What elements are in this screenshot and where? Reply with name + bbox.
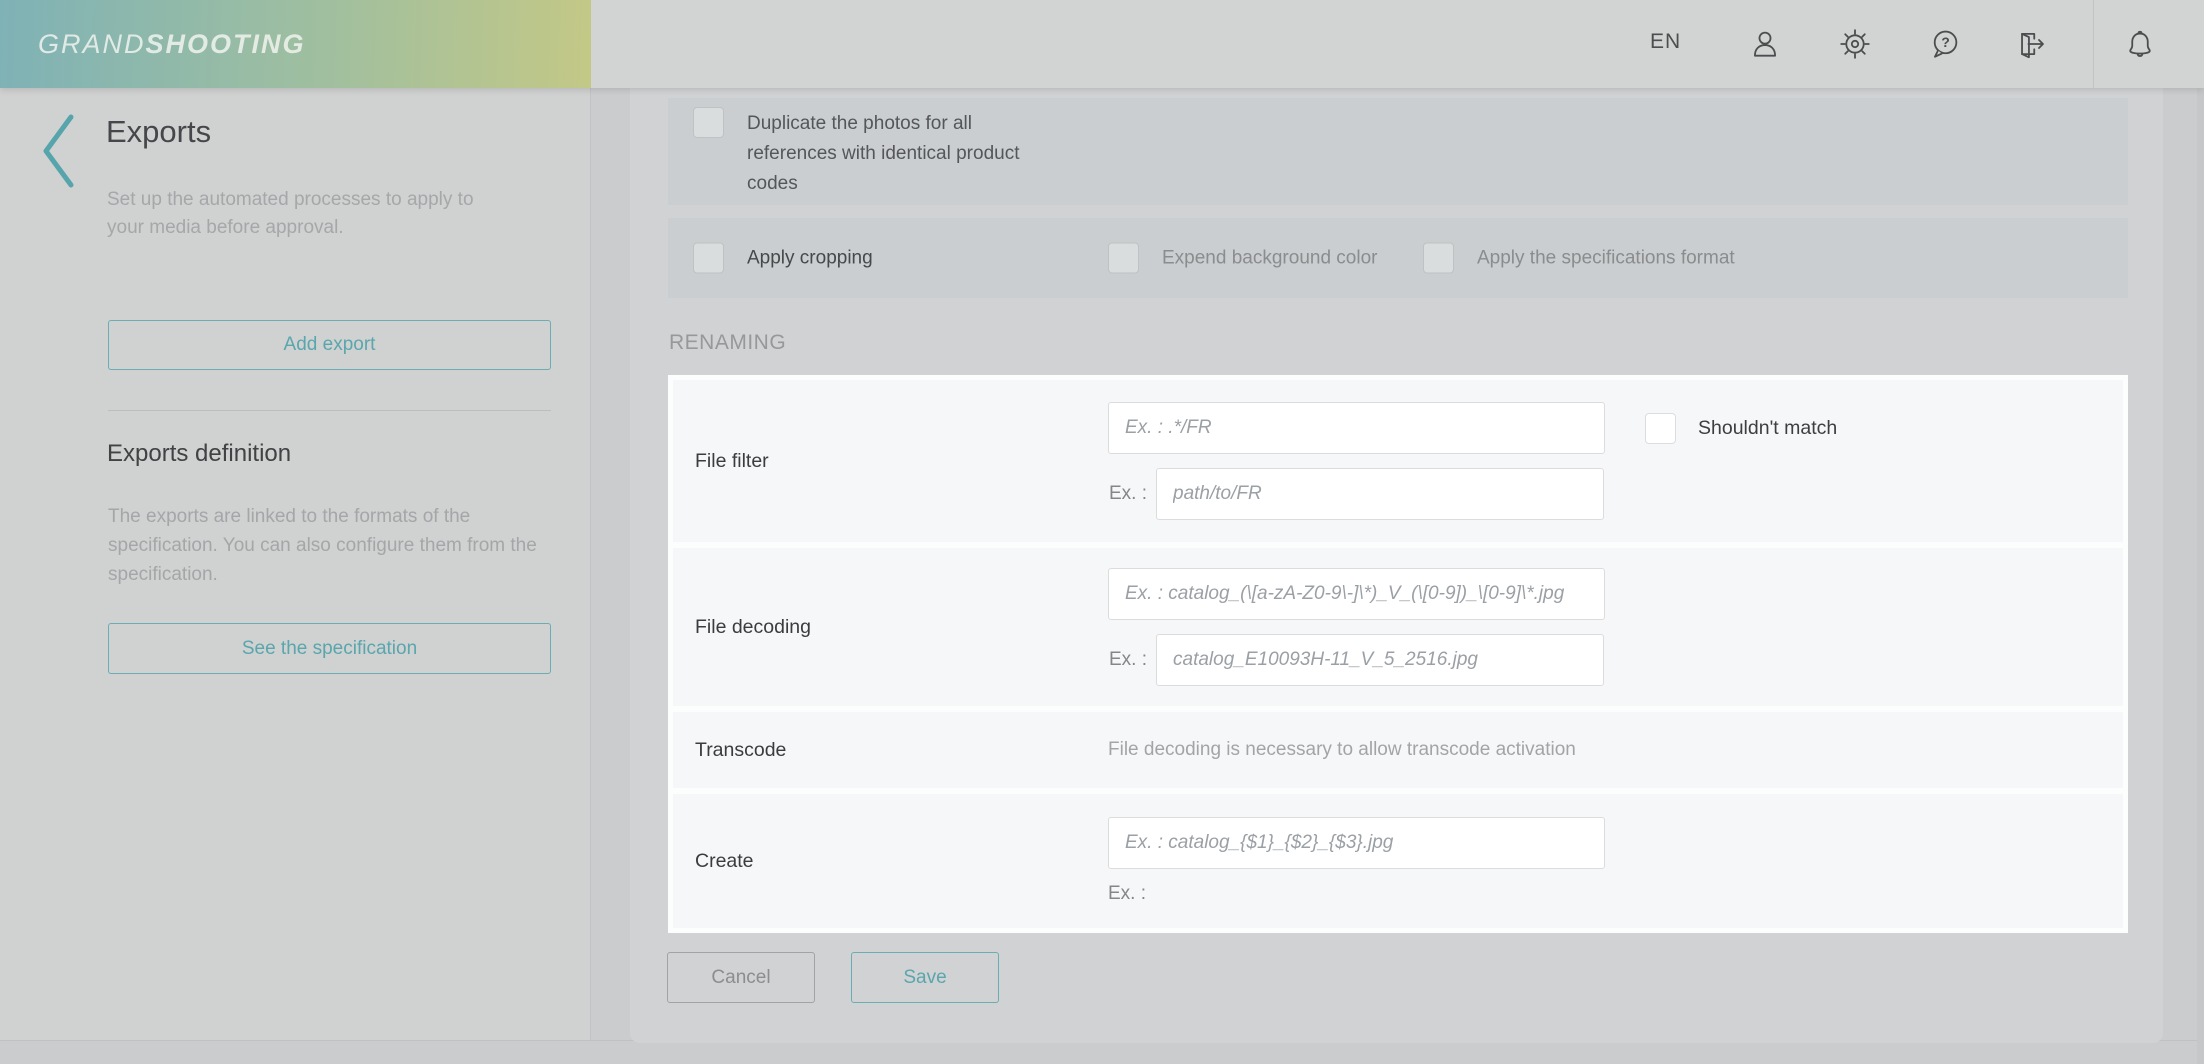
create-pattern-input[interactable] bbox=[1108, 817, 1605, 869]
save-button[interactable]: Save bbox=[851, 952, 999, 1003]
back-button[interactable] bbox=[36, 110, 80, 194]
settings-gear-icon[interactable] bbox=[1838, 27, 1872, 61]
cancel-button[interactable]: Cancel bbox=[667, 952, 815, 1003]
apply-specifications-checkbox[interactable] bbox=[1423, 242, 1454, 274]
expend-background-checkbox[interactable] bbox=[1108, 242, 1139, 274]
processing-options-row: Apply cropping Expend background color A… bbox=[668, 218, 2128, 298]
apply-specifications-label: Apply the specifications format bbox=[1477, 247, 1735, 268]
file-filter-label: File filter bbox=[695, 449, 769, 472]
help-icon[interactable]: ? bbox=[1928, 27, 1962, 61]
duplicate-checkbox[interactable] bbox=[693, 107, 724, 138]
file-decoding-label: File decoding bbox=[695, 615, 811, 638]
shouldnt-match-label: Shouldn't match bbox=[1698, 416, 1838, 439]
exports-definition-description: The exports are linked to the formats of… bbox=[108, 506, 537, 585]
file-decoding-example-label: Ex. : bbox=[1108, 649, 1147, 670]
file-filter-example-label: Ex. : bbox=[1108, 483, 1147, 504]
export-form-card: Duplicate the photos for all references … bbox=[630, 88, 2163, 1043]
apply-cropping-option: Apply cropping bbox=[693, 242, 873, 274]
brand-grand: GRAND bbox=[38, 28, 146, 59]
see-specification-button[interactable]: See the specification bbox=[108, 623, 551, 674]
add-export-button[interactable]: Add export bbox=[108, 320, 551, 370]
file-filter-pattern-input[interactable] bbox=[1108, 402, 1605, 454]
create-example-label: Ex. : bbox=[1108, 883, 1147, 904]
file-filter-row: File filter Shouldn't match Ex. : bbox=[673, 380, 2123, 542]
duplicate-option-row: Duplicate the photos for all references … bbox=[668, 98, 2128, 205]
renaming-section-title: RENAMING bbox=[669, 331, 787, 354]
help-question-glyph: ? bbox=[1941, 34, 1949, 50]
renaming-panel: File filter Shouldn't match Ex. : File d… bbox=[668, 375, 2128, 933]
file-filter-example-input[interactable] bbox=[1156, 468, 1604, 520]
chevron-left-icon bbox=[38, 114, 78, 194]
top-header: GRANDSHOOTING EN ? bbox=[0, 0, 2204, 88]
logout-icon[interactable] bbox=[2013, 27, 2047, 61]
footer-strip bbox=[0, 1040, 2204, 1064]
header-divider bbox=[2093, 0, 2094, 88]
apply-cropping-checkbox[interactable] bbox=[693, 242, 724, 274]
file-decoding-example-input[interactable] bbox=[1156, 634, 1604, 686]
file-decoding-pattern-input[interactable] bbox=[1108, 568, 1605, 620]
file-decoding-row: File decoding Ex. : bbox=[673, 548, 2123, 706]
exports-definition-title: Exports definition bbox=[107, 440, 292, 467]
expend-background-label: Expend background color bbox=[1162, 247, 1378, 268]
page-description: Set up the automated processes to apply … bbox=[107, 189, 474, 238]
user-icon[interactable] bbox=[1748, 27, 1782, 61]
transcode-note: File decoding is necessary to allow tran… bbox=[1108, 739, 1576, 760]
brand-logo[interactable]: GRANDSHOOTING bbox=[0, 0, 591, 88]
create-label: Create bbox=[695, 849, 754, 872]
sidebar-divider bbox=[108, 410, 551, 411]
sidebar: Exports Set up the automated processes t… bbox=[0, 88, 591, 1040]
language-selector[interactable]: EN bbox=[1650, 30, 1681, 54]
exports-settings-page: GRANDSHOOTING EN ? Exports Set up the au… bbox=[0, 0, 2204, 1064]
scrollbar-track[interactable] bbox=[2197, 88, 2204, 1064]
brand-shooting: SHOOTING bbox=[145, 28, 306, 59]
brand-logo-text: GRANDSHOOTING bbox=[38, 29, 306, 60]
transcode-row: Transcode File decoding is necessary to … bbox=[673, 712, 2123, 788]
expend-background-option: Expend background color bbox=[1108, 242, 1378, 274]
shouldnt-match-checkbox[interactable] bbox=[1645, 412, 1676, 444]
page-title: Exports bbox=[106, 114, 212, 149]
create-row: Create Ex. : bbox=[673, 794, 2123, 928]
notifications-bell-icon[interactable] bbox=[2123, 27, 2157, 61]
transcode-label: Transcode bbox=[695, 738, 787, 761]
apply-cropping-label: Apply cropping bbox=[747, 247, 873, 268]
apply-specifications-option: Apply the specifications format bbox=[1423, 242, 1735, 274]
duplicate-label: Duplicate the photos for all references … bbox=[747, 113, 1020, 194]
